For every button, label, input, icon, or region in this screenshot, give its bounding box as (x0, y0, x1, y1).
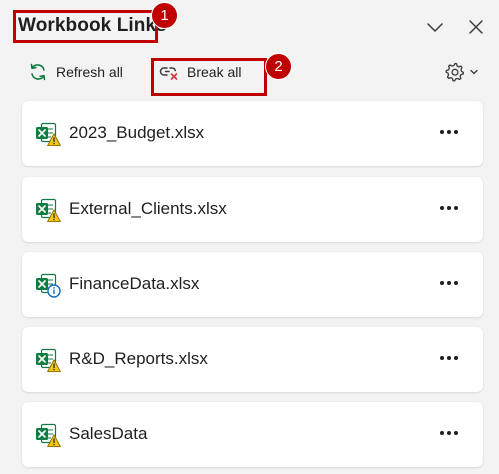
callout-number-1: 1 (151, 2, 178, 29)
workbook-link-item[interactable]: External_Clients.xlsx (22, 177, 483, 242)
close-button[interactable] (463, 14, 489, 40)
more-horizontal-icon (440, 130, 458, 134)
more-horizontal-icon (440, 281, 458, 285)
more-options-button[interactable] (437, 347, 461, 369)
chevron-down-icon (470, 69, 478, 75)
refresh-all-label: Refresh all (56, 64, 123, 80)
collapse-button[interactable] (422, 14, 448, 40)
workbook-link-name: External_Clients.xlsx (69, 199, 227, 218)
workbook-link-item[interactable]: SalesData (22, 402, 483, 467)
workbook-link-item[interactable]: R&D_Reports.xlsx (22, 327, 483, 392)
workbook-link-name: 2023_Budget.xlsx (69, 123, 205, 142)
chevron-down-icon (427, 23, 443, 32)
callout-number-2: 2 (265, 53, 292, 80)
workbook-link-name: R&D_Reports.xlsx (69, 349, 208, 368)
excel-warning-icon (36, 122, 61, 147)
more-options-button[interactable] (437, 197, 461, 219)
workbook-link-item[interactable]: 2023_Budget.xlsx (22, 101, 483, 166)
more-options-button[interactable] (437, 272, 461, 294)
excel-info-icon (36, 273, 61, 298)
workbook-link-name: FinanceData.xlsx (69, 274, 200, 293)
workbook-link-item[interactable]: FinanceData.xlsx (22, 252, 483, 317)
callout-box-2 (151, 58, 267, 96)
more-options-button[interactable] (437, 422, 461, 444)
close-icon (469, 20, 483, 34)
workbook-link-name: SalesData (69, 424, 148, 443)
excel-warning-icon (36, 423, 61, 448)
more-horizontal-icon (440, 431, 458, 435)
refresh-all-button[interactable]: Refresh all (28, 58, 123, 86)
settings-button[interactable] (444, 58, 479, 86)
workbook-links-pane: Workbook Links Refresh all Break all 1 2… (0, 0, 499, 474)
callout-box-1 (13, 10, 158, 43)
more-options-button[interactable] (437, 121, 461, 143)
excel-warning-icon (36, 348, 61, 373)
excel-warning-icon (36, 198, 61, 223)
refresh-icon (30, 63, 46, 81)
more-horizontal-icon (440, 206, 458, 210)
gear-icon (445, 62, 465, 82)
more-horizontal-icon (440, 356, 458, 360)
